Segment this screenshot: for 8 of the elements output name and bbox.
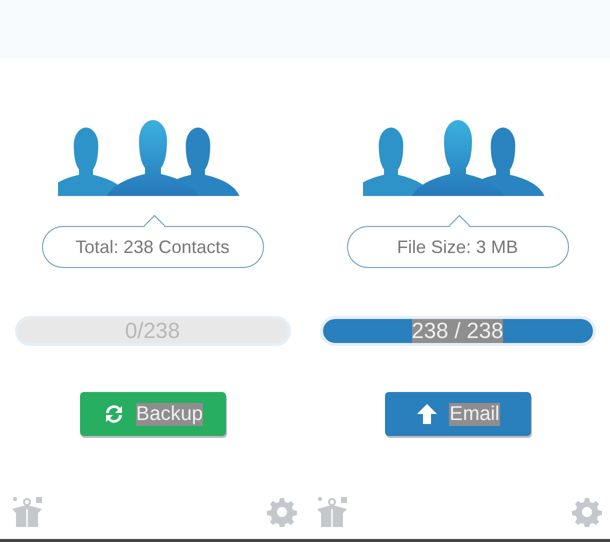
settings-icon[interactable] xyxy=(572,497,602,527)
upload-arrow-icon xyxy=(415,402,440,426)
progress-reading: 238 / 238 xyxy=(412,319,504,343)
bubble-text: Total: 238 Contacts xyxy=(75,236,230,258)
backup-button[interactable]: Backup xyxy=(80,392,226,436)
settings-icon[interactable] xyxy=(267,497,297,527)
bubble-text: File Size: 3 MB xyxy=(396,236,518,258)
email-button[interactable]: Email xyxy=(384,392,530,436)
